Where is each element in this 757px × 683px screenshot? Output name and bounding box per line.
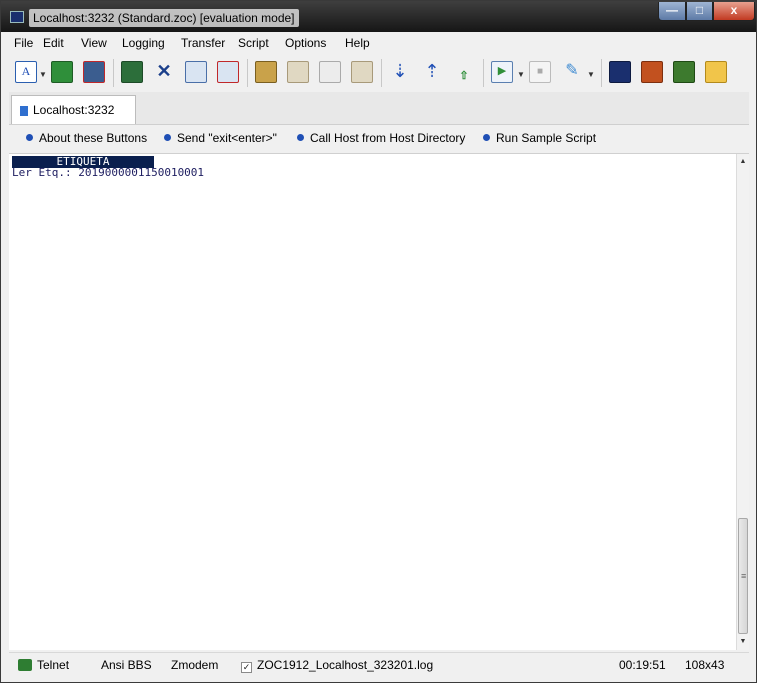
- tab-label: Localhost:3232: [33, 103, 115, 117]
- window-border: [1, 154, 9, 652]
- protocol-label: Telnet: [37, 658, 70, 672]
- minimize-button[interactable]: —: [658, 2, 686, 21]
- scroll-up-icon[interactable]: ▲: [737, 156, 749, 168]
- scroll-down-icon[interactable]: ▼: [737, 636, 749, 648]
- run-sample-script-button[interactable]: Run Sample Script: [483, 131, 596, 145]
- maximize-button[interactable]: □: [686, 2, 713, 21]
- download-icon[interactable]: ⇣: [389, 61, 411, 83]
- toolbar: A ▼ ✕ ⇣ ⇡ ⇧ ▶ ▼ ■ ✎ ▼: [9, 54, 749, 93]
- telnet-icon: [18, 659, 32, 671]
- button-label: Call Host from Host Directory: [310, 131, 466, 145]
- session-tab-bar: Localhost:3232: [9, 92, 749, 125]
- paste-icon[interactable]: [287, 61, 309, 83]
- stop-script-icon[interactable]: ■: [529, 61, 551, 83]
- menu-help[interactable]: Help: [345, 36, 370, 50]
- bullet-icon: [297, 134, 304, 141]
- menu-file[interactable]: File: [14, 36, 33, 50]
- play-script-icon[interactable]: ▶: [491, 61, 513, 83]
- tab-localhost[interactable]: Localhost:3232: [11, 95, 136, 124]
- font-dropdown-icon[interactable]: ▼: [39, 70, 47, 79]
- terminal-scrollbar[interactable]: ▲ ≡ ▼: [736, 154, 749, 650]
- about-buttons-button[interactable]: About these Buttons: [26, 131, 147, 145]
- menu-options[interactable]: Options: [285, 36, 326, 50]
- status-bar: Telnet Ansi BBS Zmodem ✓ ZOC1912_Localhos…: [9, 652, 749, 677]
- disconnect-session-icon[interactable]: [83, 61, 105, 83]
- grip-icon: ≡: [741, 571, 747, 581]
- menu-logging[interactable]: Logging: [122, 36, 165, 50]
- notes-icon[interactable]: [673, 61, 695, 83]
- upload-icon[interactable]: ⇡: [421, 61, 443, 83]
- menu-transfer[interactable]: Transfer: [181, 36, 225, 50]
- toolbar-separator: [113, 59, 114, 87]
- bullet-icon: [26, 134, 33, 141]
- menu-edit[interactable]: Edit: [43, 36, 64, 50]
- send-exit-button[interactable]: Send "exit<enter>": [164, 131, 277, 145]
- clipboard-icon[interactable]: [255, 61, 277, 83]
- title-bar[interactable]: Localhost:3232 (Standard.zoc) [evaluatio…: [1, 1, 756, 32]
- new-session-icon[interactable]: [185, 61, 207, 83]
- delete-session-icon[interactable]: ✕: [153, 61, 175, 83]
- terminal-icon[interactable]: [609, 61, 631, 83]
- close-session-icon[interactable]: [217, 61, 239, 83]
- play-script-dropdown-icon[interactable]: ▼: [517, 70, 525, 79]
- app-icon: [10, 11, 24, 23]
- app-window: Localhost:3232 (Standard.zoc) [evaluatio…: [0, 0, 757, 683]
- toolbar-separator: [483, 59, 484, 87]
- button-label: Run Sample Script: [496, 131, 597, 145]
- copy-clip-icon[interactable]: [351, 61, 373, 83]
- spellcheck-icon[interactable]: ⇧: [453, 61, 475, 83]
- terminal-line: Ler Etq.: 2019000001150010001: [12, 166, 205, 179]
- font-icon[interactable]: A: [15, 61, 37, 83]
- terminal-screen[interactable]: ETIQUETA Ler Etq.: 2019000001150010001: [9, 154, 736, 650]
- status-transfer[interactable]: Zmodem: [171, 658, 218, 672]
- connect-session-icon[interactable]: [51, 61, 73, 83]
- toolbar-separator: [381, 59, 382, 87]
- button-label: About these Buttons: [39, 131, 148, 145]
- folder-icon[interactable]: [705, 61, 727, 83]
- bullet-icon: [164, 134, 171, 141]
- window-title: Localhost:3232 (Standard.zoc) [evaluatio…: [29, 9, 299, 27]
- toolbar-separator: [247, 59, 248, 87]
- user-button-bar: About these Buttons Send "exit<enter>" C…: [9, 125, 749, 154]
- log-checkbox[interactable]: ✓: [241, 662, 252, 673]
- toolbar-separator: [601, 59, 602, 87]
- status-size: 108x43: [685, 658, 725, 672]
- status-emulation[interactable]: Ansi BBS: [101, 658, 152, 672]
- edit-paste-icon[interactable]: [319, 61, 341, 83]
- edit-script-icon[interactable]: ✎: [561, 61, 583, 83]
- scroll-thumb[interactable]: ≡: [738, 518, 748, 634]
- call-host-button[interactable]: Call Host from Host Directory: [297, 131, 465, 145]
- status-protocol[interactable]: Telnet: [18, 658, 69, 672]
- target-icon[interactable]: [641, 61, 663, 83]
- edit-script-dropdown-icon[interactable]: ▼: [587, 70, 595, 79]
- bullet-icon: [483, 134, 490, 141]
- menu-view[interactable]: View: [81, 36, 107, 50]
- status-time: 00:19:51: [619, 658, 666, 672]
- copy-session-icon[interactable]: [121, 61, 143, 83]
- status-log[interactable]: ✓ ZOC1912_Localhost_323201.log: [241, 658, 433, 673]
- button-label: Send "exit<enter>": [177, 131, 277, 145]
- log-file-label: ZOC1912_Localhost_323201.log: [257, 658, 434, 672]
- session-icon: [20, 106, 28, 116]
- menu-script[interactable]: Script: [238, 36, 269, 50]
- close-button[interactable]: x: [713, 2, 755, 21]
- menu-bar: File Edit View Logging Transfer Script O…: [9, 32, 749, 54]
